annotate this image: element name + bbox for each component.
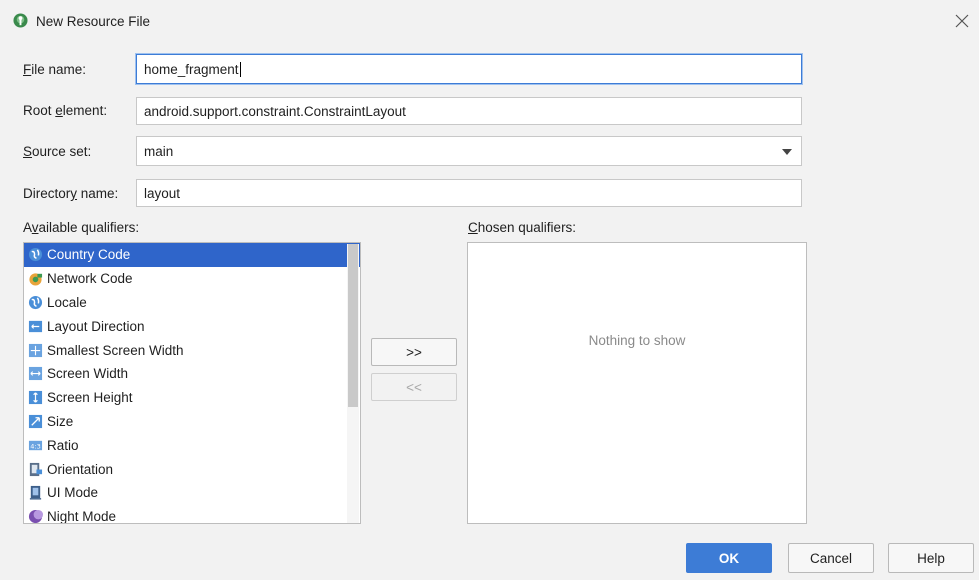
qualifier-item-screen-height[interactable]: Screen Height [24,386,360,410]
ok-button[interactable]: OK [686,543,772,573]
dialog-title: New Resource File [36,14,151,29]
qualifier-item-layout-direction[interactable]: Layout Direction [24,314,360,338]
cancel-button[interactable]: Cancel [788,543,874,573]
help-button[interactable]: Help [888,543,974,573]
chosen-qualifiers-label: Chosen qualifiers: [468,220,577,235]
qualifier-label: Screen Height [47,390,133,406]
directory-name-input[interactable]: layout [136,179,802,207]
chosen-qualifiers-list[interactable]: Nothing to show [467,242,807,524]
remove-qualifier-button[interactable]: << [371,373,457,401]
qualifier-label: Screen Width [47,366,129,382]
qualifier-item-size[interactable]: Size [24,410,360,434]
night-mode-icon [28,509,43,523]
qualifier-item-locale[interactable]: Locale [24,291,360,315]
screen-height-icon [28,390,43,405]
directory-name-label: Directory name: [23,186,119,201]
svg-text:4:3: 4:3 [30,442,41,450]
root-element-label: Root element: [23,103,108,118]
smallest-width-icon [28,343,43,358]
text-caret [239,61,241,77]
qualifier-label: Locale [47,294,87,310]
qualifier-label: Network Code [47,271,133,287]
qualifier-item-orientation[interactable]: Orientation [24,457,360,481]
orientation-icon [28,462,43,477]
file-name-label: File name: [23,62,87,77]
chevron-down-icon [782,149,792,155]
file-name-input[interactable]: home_fragment [136,54,802,84]
qualifier-item-ratio[interactable]: 4:3 Ratio [24,433,360,457]
qualifier-label: Layout Direction [47,318,145,334]
source-set-dropdown[interactable]: main [136,136,802,166]
source-set-label: Source set: [23,144,92,159]
available-qualifiers-label: Available qualifiers: [23,220,140,235]
qualifier-item-ui-mode[interactable]: UI Mode [24,481,360,505]
ratio-icon: 4:3 [28,438,43,453]
layout-direction-icon [28,319,43,334]
qualifier-label: Smallest Screen Width [47,342,184,358]
qualifier-label: Country Code [47,247,131,263]
qualifier-item-night-mode[interactable]: Night Mode [24,505,360,524]
qualifier-item-network-code[interactable]: Network Code [24,267,360,291]
qualifier-label: Size [47,413,74,429]
qualifier-label: Orientation [47,461,114,477]
add-qualifier-button[interactable]: >> [371,338,457,366]
qualifier-label: UI Mode [47,485,99,501]
screen-width-icon [28,366,43,381]
size-icon [28,414,43,429]
android-studio-icon [13,13,28,28]
qualifier-item-smallest-screen-width[interactable]: Smallest Screen Width [24,338,360,362]
empty-state-text: Nothing to show [588,333,686,348]
network-icon [28,271,43,286]
root-element-input[interactable]: android.support.constraint.ConstraintLay… [136,97,802,125]
close-button[interactable] [950,9,974,33]
qualifier-item-screen-width[interactable]: Screen Width [24,362,360,386]
globe-icon [28,295,43,310]
available-items-container: Country Code Network Code Locale Layout Dir… [24,243,360,524]
qualifier-item-country-code[interactable]: Country Code [24,243,360,267]
globe-icon [28,247,43,262]
scrollbar-thumb[interactable] [348,244,358,407]
ui-mode-icon [28,485,43,500]
available-qualifiers-list[interactable]: Country Code Network Code Locale Layout Dir… [23,242,361,524]
close-icon [955,14,969,28]
qualifier-label: Night Mode [47,509,117,524]
qualifier-label: Ratio [47,437,79,453]
